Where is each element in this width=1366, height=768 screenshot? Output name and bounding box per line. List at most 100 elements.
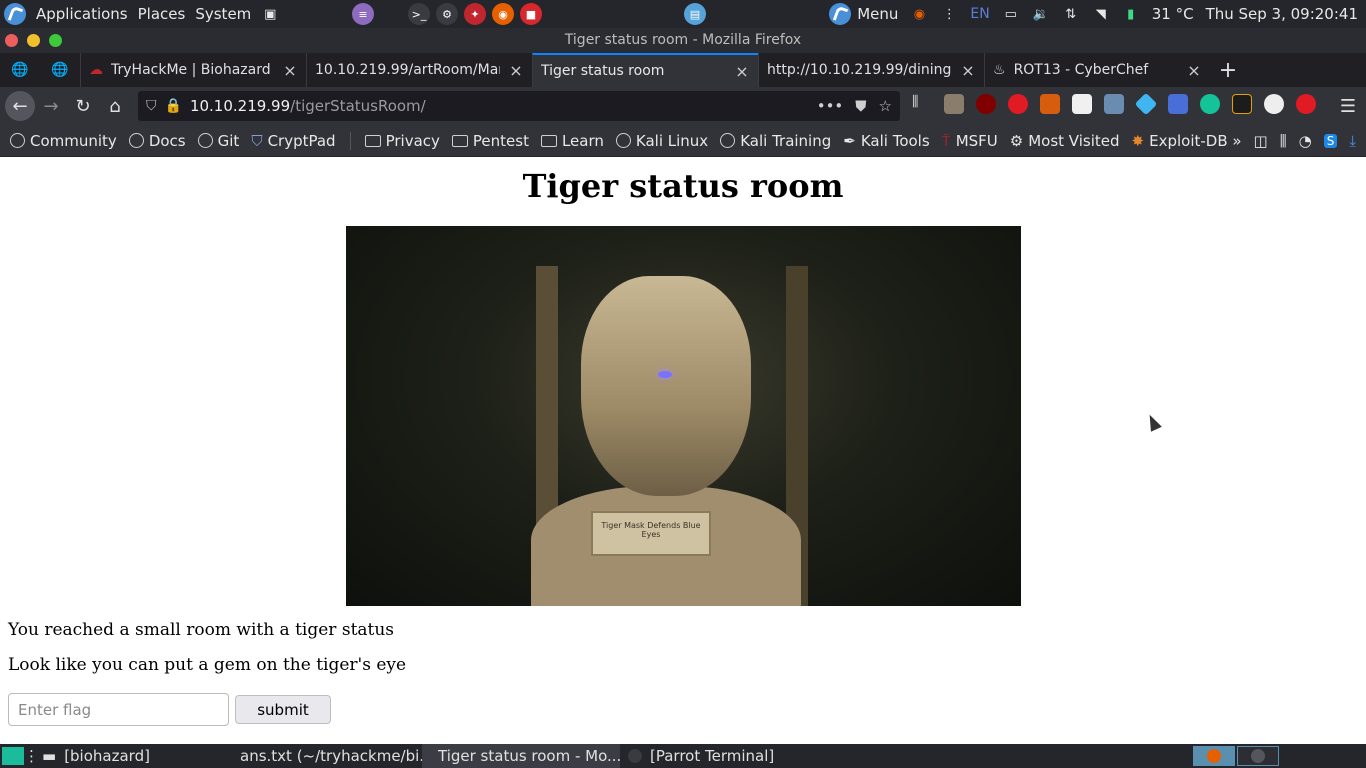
close-window-icon[interactable] bbox=[5, 34, 18, 47]
terminal-launcher-icon[interactable]: >_ bbox=[408, 3, 430, 25]
hamburger-menu-icon[interactable]: ☰ bbox=[1340, 96, 1356, 117]
bookmark-folder-privacy[interactable]: Privacy bbox=[364, 132, 440, 150]
cookie-icon[interactable]: ◔ bbox=[1299, 132, 1312, 150]
tab-dining-room[interactable]: http://10.10.219.99/diningR × bbox=[758, 53, 984, 87]
ublock-icon[interactable] bbox=[976, 94, 996, 114]
back-button[interactable]: ← bbox=[5, 91, 35, 121]
insecure-lock-icon[interactable]: 🔒 bbox=[165, 98, 182, 114]
bookmark-cryptpad[interactable]: ⛉ CryptPad bbox=[251, 132, 335, 150]
bookmark-folder-learn[interactable]: Learn bbox=[540, 132, 604, 150]
flag-input[interactable] bbox=[8, 693, 229, 726]
system-menu[interactable]: System bbox=[195, 5, 251, 23]
taskbar-item-terminal[interactable]: [Parrot Terminal] bbox=[620, 744, 820, 768]
taskbar-item-firefox[interactable]: Tiger status room - Mo... bbox=[422, 744, 620, 768]
page-actions-icon[interactable]: ••• bbox=[817, 97, 844, 115]
tab-list-globe-icon[interactable]: 🌐 bbox=[0, 53, 40, 87]
notes-launcher-icon[interactable]: ▤ bbox=[684, 3, 706, 25]
tools-launcher-icon[interactable]: ✦ bbox=[464, 3, 486, 25]
firefox-tray-icon[interactable]: ◉ bbox=[910, 5, 928, 23]
new-tab-button[interactable]: + bbox=[1210, 53, 1246, 87]
parrot-logo-icon[interactable] bbox=[4, 3, 26, 25]
terminal-icon bbox=[1251, 749, 1265, 763]
bookmark-label: CryptPad bbox=[267, 131, 336, 150]
extension-1-icon[interactable] bbox=[944, 94, 964, 114]
network-arrows-icon[interactable]: ⇅ bbox=[1062, 5, 1080, 23]
url-text[interactable]: 10.10.219.99/tigerStatusRoom/ bbox=[190, 97, 809, 115]
stop-icon[interactable] bbox=[1008, 94, 1028, 114]
gear-icon: ⚙ bbox=[1009, 131, 1024, 150]
extension-diamond-icon[interactable] bbox=[1134, 92, 1158, 116]
taskbar-item-biohazard[interactable]: ▬ [biohazard] bbox=[34, 744, 224, 768]
close-tab-icon[interactable]: × bbox=[282, 61, 298, 80]
workspace-2-preview[interactable] bbox=[1237, 746, 1279, 766]
address-bar[interactable]: ⛉ 🔒 10.10.219.99/tigerStatusRoom/ ••• ⛊ … bbox=[138, 91, 900, 121]
workspace-1-preview[interactable] bbox=[1193, 746, 1235, 766]
translate-icon[interactable] bbox=[1168, 94, 1188, 114]
bookmark-community[interactable]: Community bbox=[10, 132, 117, 150]
bookmark-exploit-db[interactable]: ✸ Exploit-DB bbox=[1132, 132, 1228, 150]
tiger-head bbox=[581, 276, 751, 496]
close-tab-icon[interactable]: × bbox=[960, 61, 976, 80]
tab-tiger-status-room[interactable]: Tiger status room × bbox=[532, 53, 758, 87]
extension-ball-icon[interactable] bbox=[1264, 94, 1284, 114]
tab-cyberchef[interactable]: ♨ ROT13 - CyberChef × bbox=[984, 53, 1210, 87]
bookmark-docs[interactable]: Docs bbox=[128, 132, 186, 150]
bookmark-folder-pentest[interactable]: Pentest bbox=[451, 132, 529, 150]
bookmark-kali-linux[interactable]: Kali Linux bbox=[615, 132, 708, 150]
workspace-switcher-icon[interactable] bbox=[2, 747, 24, 765]
tab-tryhackme[interactable]: ☁ TryHackMe | Biohazard × bbox=[80, 53, 306, 87]
text-editor-launcher-icon[interactable]: ≡ bbox=[352, 3, 374, 25]
taskbar-handle-icon: ⋮ bbox=[24, 747, 39, 765]
bookmark-kali-tools[interactable]: ✒ Kali Tools bbox=[843, 132, 929, 150]
keyboard-layout[interactable]: EN bbox=[970, 6, 989, 22]
parrot-menu-icon[interactable] bbox=[829, 3, 852, 25]
taskbar-item-ans-txt[interactable]: ans.txt (~/tryhackme/bi... bbox=[224, 744, 422, 768]
battery-icon[interactable]: ▮ bbox=[1122, 5, 1140, 23]
display-icon[interactable]: ▭ bbox=[1002, 5, 1020, 23]
menu-label[interactable]: Menu bbox=[857, 5, 898, 23]
more-vertical-icon[interactable]: ⋮ bbox=[940, 5, 958, 23]
show-desktop-icon[interactable]: ▣ bbox=[261, 5, 279, 23]
maximize-window-icon[interactable] bbox=[49, 34, 62, 47]
close-tab-icon[interactable]: × bbox=[734, 62, 750, 81]
forward-button[interactable]: → bbox=[35, 90, 67, 122]
download-icon[interactable]: ⤓ bbox=[1349, 132, 1356, 150]
close-tab-icon[interactable]: × bbox=[1186, 61, 1202, 80]
bookmark-most-visited[interactable]: ⚙ Most Visited bbox=[1010, 132, 1120, 150]
sidebar-icon[interactable]: ◫ bbox=[1254, 132, 1268, 150]
bookmark-star-icon[interactable]: ☆ bbox=[879, 97, 892, 115]
grammarly-icon[interactable] bbox=[1200, 94, 1220, 114]
wifi-icon[interactable]: ◥ bbox=[1092, 5, 1110, 23]
terminal-extension-icon[interactable] bbox=[1232, 94, 1252, 114]
firefox-launcher-icon[interactable]: ◉ bbox=[492, 3, 514, 25]
tab-title: Tiger status room bbox=[541, 63, 665, 79]
library-icon[interactable]: ⫼ bbox=[912, 94, 932, 114]
globe-icon bbox=[720, 133, 736, 148]
bookmark-git[interactable]: Git bbox=[197, 132, 239, 150]
volume-icon[interactable]: 🔉 bbox=[1032, 5, 1050, 23]
s-extension-icon[interactable]: S bbox=[1323, 134, 1338, 148]
clock[interactable]: Thu Sep 3, 09:20:41 bbox=[1206, 5, 1358, 23]
bookmark-label: Kali Training bbox=[740, 131, 832, 150]
extension-user-icon[interactable] bbox=[1104, 94, 1124, 114]
submit-button[interactable]: submit bbox=[235, 695, 331, 724]
record-launcher-icon[interactable]: ■ bbox=[520, 3, 542, 25]
minimize-window-icon[interactable] bbox=[27, 34, 40, 47]
tab-artroom[interactable]: 10.10.219.99/artRoom/Mans × bbox=[306, 53, 532, 87]
close-tab-icon[interactable]: × bbox=[508, 61, 524, 80]
root-terminal-launcher-icon[interactable]: ⚙ bbox=[436, 3, 458, 25]
extension-red-icon[interactable] bbox=[1296, 94, 1316, 114]
overflow-chevron-icon[interactable]: » bbox=[1232, 132, 1241, 150]
pocket-icon[interactable]: ⛊ bbox=[855, 97, 866, 115]
library-icon[interactable]: ⫼ bbox=[1280, 132, 1287, 150]
applications-menu[interactable]: Applications bbox=[36, 5, 128, 23]
reload-button[interactable]: ↻ bbox=[67, 90, 99, 122]
home-button[interactable]: ⌂ bbox=[99, 90, 131, 122]
places-menu[interactable]: Places bbox=[138, 5, 186, 23]
bookmark-msfu[interactable]: ⍑ MSFU bbox=[942, 132, 998, 150]
extension-4-icon[interactable] bbox=[1040, 94, 1060, 114]
tab-container-globe-icon[interactable]: 🌐 bbox=[40, 53, 80, 87]
bookmark-kali-training[interactable]: Kali Training bbox=[720, 132, 831, 150]
extension-grid-icon[interactable] bbox=[1072, 94, 1092, 114]
shield-icon[interactable]: ⛉ bbox=[146, 98, 157, 114]
